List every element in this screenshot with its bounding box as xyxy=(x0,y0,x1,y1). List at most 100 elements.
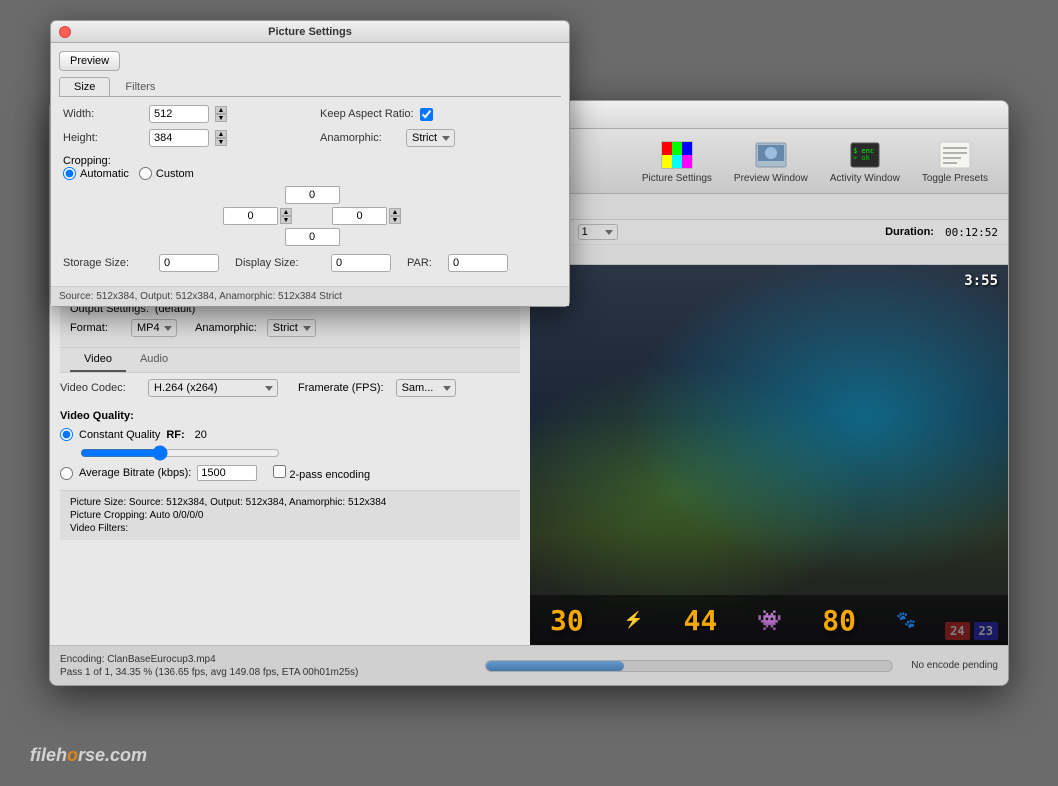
crop-bottom-input[interactable] xyxy=(285,228,340,246)
height-up[interactable]: ▲ xyxy=(215,130,227,138)
angle-select[interactable]: 1 xyxy=(578,224,618,240)
height-label: Height: xyxy=(63,132,143,144)
width-input[interactable] xyxy=(149,105,209,123)
anamorphic-select[interactable]: Strict xyxy=(267,319,316,337)
tab-video[interactable]: Video xyxy=(70,348,126,372)
preview-window-button[interactable]: Preview Window xyxy=(724,135,818,188)
quality-slider[interactable] xyxy=(80,445,280,461)
toggle-presets-icon xyxy=(939,139,971,171)
watermark-text: filehorse.com xyxy=(30,745,147,765)
storage-input[interactable] xyxy=(159,254,219,272)
avg-bitrate-label: Average Bitrate (kbps): xyxy=(79,467,191,479)
progress-bar-fill xyxy=(486,661,624,671)
pass-status: Pass 1 of 1, 34.35 % (136.65 fps, avg 14… xyxy=(60,667,467,678)
modal-body: Preview Size Filters Width: ▲ ▼ xyxy=(51,100,569,280)
encoding-status: Encoding: ClanBaseEurocup3.mp4 xyxy=(60,654,467,665)
avg-bitrate-radio[interactable] xyxy=(60,467,73,480)
modal-fields: Width: ▲ ▼ Keep Aspect Ratio: Height: xyxy=(59,105,561,147)
constant-quality-row: Constant Quality RF: 20 xyxy=(60,428,520,441)
modal-status: Source: 512x384, Output: 512x384, Anamor… xyxy=(51,286,569,306)
height-input[interactable] xyxy=(149,129,209,147)
score-mid: 44 xyxy=(684,604,718,637)
svg-text:> ok: > ok xyxy=(853,154,871,162)
duration-label: Duration: xyxy=(885,226,937,238)
quality-slider-container xyxy=(60,445,520,461)
twopass-row: 2-pass encoding xyxy=(273,465,370,481)
width-up[interactable]: ▲ xyxy=(215,106,227,114)
crop-right-input[interactable] xyxy=(332,207,387,225)
crop-left-input[interactable] xyxy=(223,207,278,225)
width-row: Width: ▲ ▼ xyxy=(63,105,300,123)
keep-aspect-checkbox[interactable] xyxy=(420,108,433,121)
height-spinner[interactable]: ▲ ▼ xyxy=(215,130,227,146)
codec-label: Video Codec: xyxy=(60,382,140,394)
main-window: HandBrake Source Stop xyxy=(49,100,1009,686)
framerate-select[interactable]: Sam... xyxy=(396,379,456,397)
crop-right-up[interactable]: ▲ xyxy=(389,208,401,216)
cropping-radios: Automatic Custom xyxy=(63,167,561,180)
info-line1: Picture Size: Source: 512x384, Output: 5… xyxy=(70,497,510,508)
par-label: PAR: xyxy=(407,257,442,269)
left-panel: File: Browse Output Settings: (default) … xyxy=(50,265,530,645)
crop-custom-radio[interactable] xyxy=(139,167,152,180)
height-row: Height: ▲ ▼ xyxy=(63,129,300,147)
cropping-title: Cropping: xyxy=(63,155,111,167)
constant-quality-radio[interactable] xyxy=(60,428,73,441)
crop-left-down[interactable]: ▼ xyxy=(280,216,292,224)
crop-custom-text: Custom xyxy=(156,168,194,180)
activity-window-label: Activity Window xyxy=(830,173,900,184)
info-section: Picture Size: Source: 512x384, Output: 5… xyxy=(60,490,520,540)
par-input[interactable] xyxy=(448,254,508,272)
format-select[interactable]: MP4 xyxy=(131,319,177,337)
cropping-section: Cropping: Automatic Custom xyxy=(59,155,561,246)
display-input[interactable] xyxy=(331,254,391,272)
anamorphic-row: Anamorphic: Strict xyxy=(320,129,557,147)
game-preview-svg xyxy=(530,265,1008,645)
toolbar-right: Picture Settings Preview Window $ enc xyxy=(632,135,998,188)
toggle-presets-button[interactable]: Toggle Presets xyxy=(912,135,998,188)
picture-settings-icon xyxy=(661,139,693,171)
preview-image: 3:55 24 23 30 ⚡ 44 👾 80 🐾 xyxy=(530,265,1008,645)
constant-quality-label: Constant Quality xyxy=(79,429,160,441)
toggle-presets-label: Toggle Presets xyxy=(922,173,988,184)
display-label: Display Size: xyxy=(235,257,325,269)
width-down[interactable]: ▼ xyxy=(215,114,227,122)
preview-scores: 30 ⚡ 44 👾 80 🐾 xyxy=(530,595,1008,645)
no-encode-status: No encode pending xyxy=(911,660,998,671)
width-label: Width: xyxy=(63,108,143,120)
codec-select[interactable]: H.264 (x264) xyxy=(148,379,278,397)
crop-right-down[interactable]: ▼ xyxy=(389,216,401,224)
tab-audio[interactable]: Audio xyxy=(126,348,182,372)
activity-window-button[interactable]: $ enc > ok Activity Window xyxy=(820,135,910,188)
framerate-label: Framerate (FPS): xyxy=(298,382,384,394)
crop-left-up[interactable]: ▲ xyxy=(280,208,292,216)
info-line3: Video Filters: xyxy=(70,523,510,534)
crop-auto-text: Automatic xyxy=(80,168,129,180)
tabs-row: Video Audio xyxy=(60,348,520,373)
width-spinner[interactable]: ▲ ▼ xyxy=(215,106,227,122)
status-bar: Encoding: ClanBaseEurocup3.mp4 Pass 1 of… xyxy=(50,645,1008,685)
crop-auto-label: Automatic xyxy=(63,167,129,180)
storage-label: Storage Size: xyxy=(63,257,153,269)
crop-auto-radio[interactable] xyxy=(63,167,76,180)
crop-top-input[interactable] xyxy=(285,186,340,204)
bitrate-input[interactable] xyxy=(197,465,257,481)
modal-anamorphic-select[interactable]: Strict xyxy=(406,129,455,147)
format-label: Format: xyxy=(70,322,125,334)
modal-anamorphic-label: Anamorphic: xyxy=(320,132,400,144)
rf-label: RF: xyxy=(166,429,184,441)
height-down[interactable]: ▼ xyxy=(215,138,227,146)
score-left: 30 xyxy=(550,604,584,637)
preview-window-label: Preview Window xyxy=(734,173,808,184)
score-right: 80 xyxy=(822,604,856,637)
activity-window-icon: $ enc > ok xyxy=(849,139,881,171)
picture-settings-label: Picture Settings xyxy=(642,173,712,184)
picture-settings-button[interactable]: Picture Settings xyxy=(632,135,722,188)
twopass-checkbox[interactable] xyxy=(273,465,286,478)
watermark: filehorse.com xyxy=(30,745,147,766)
quality-label: Video Quality: xyxy=(60,410,520,422)
preview-window-icon xyxy=(755,139,787,171)
video-quality-section: Video Quality: Constant Quality RF: 20 A… xyxy=(60,405,520,490)
crop-custom-label: Custom xyxy=(139,167,194,180)
twopass-label: 2-pass encoding xyxy=(289,469,370,481)
